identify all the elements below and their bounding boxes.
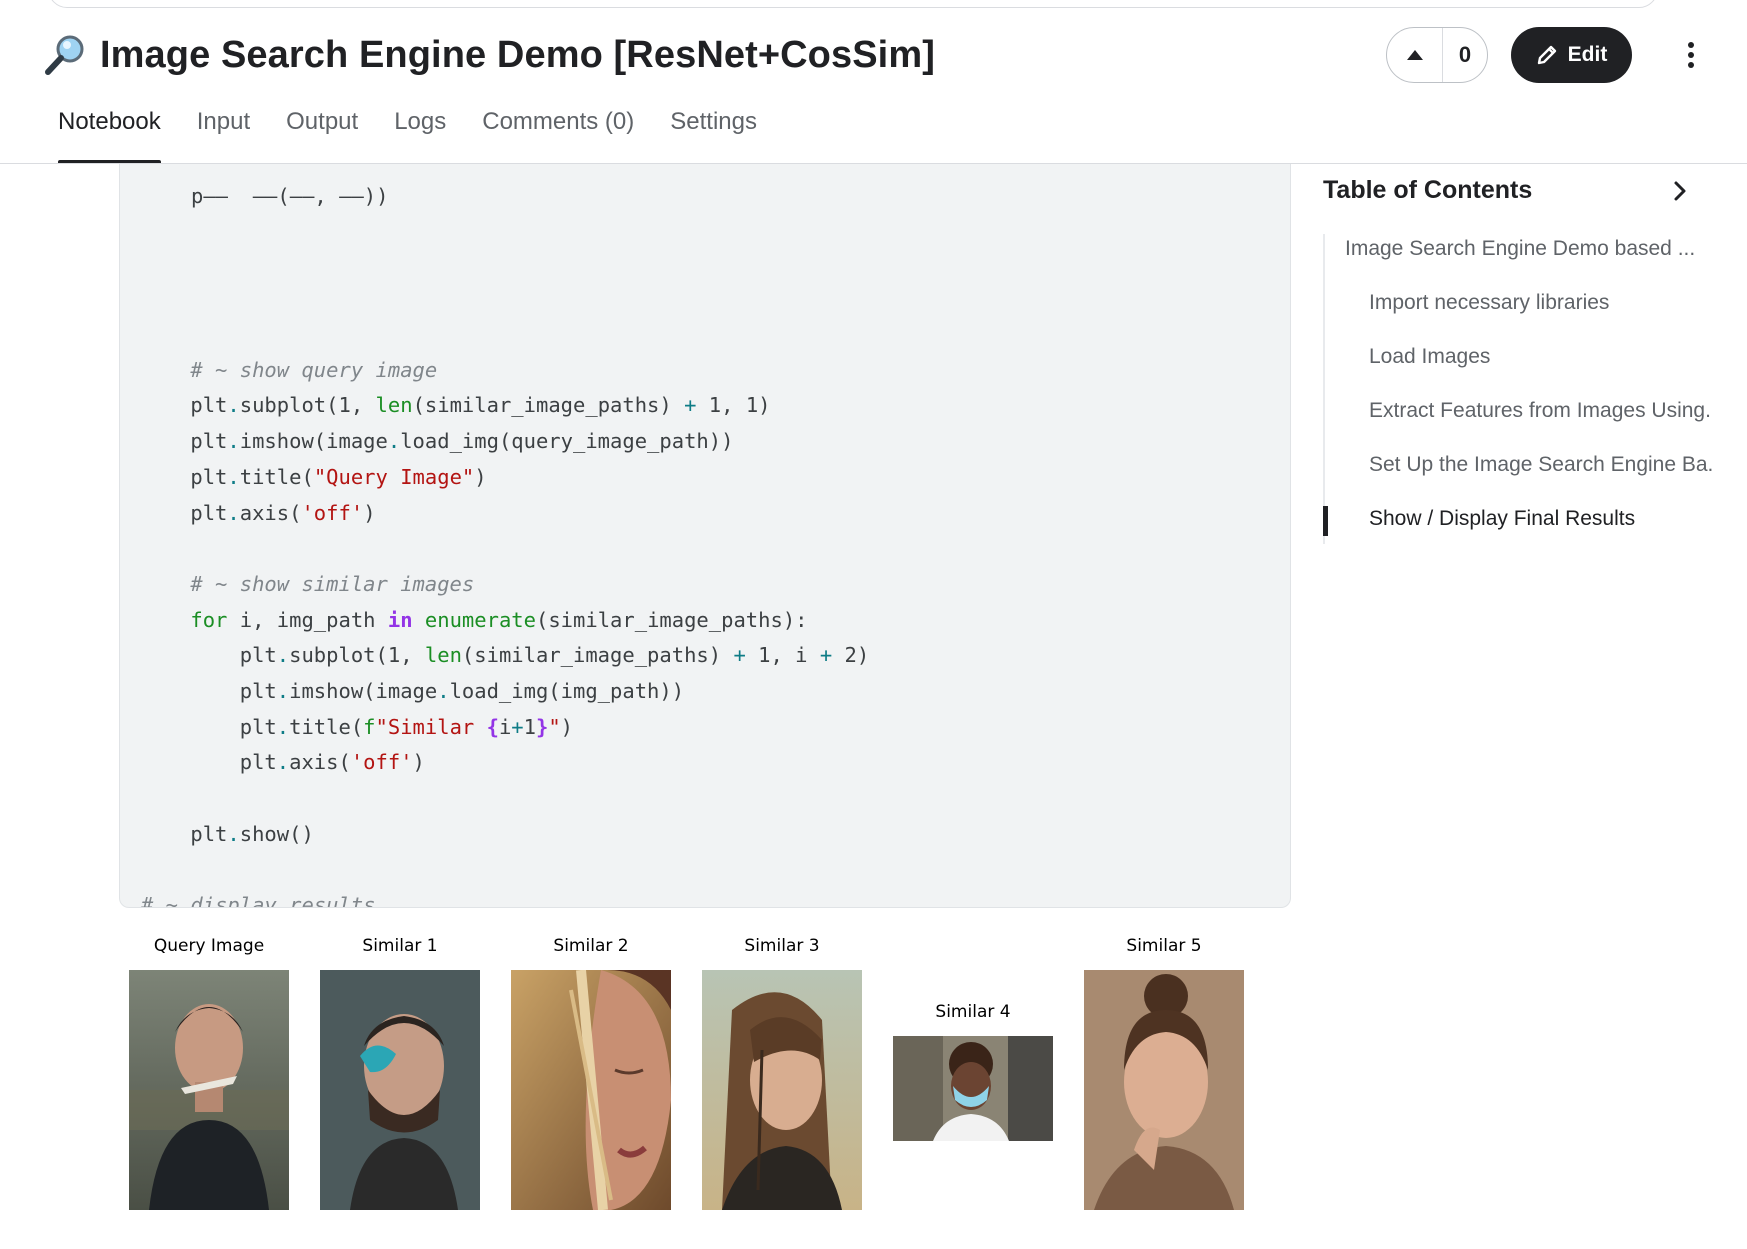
code-line: plt.axis('off') [141, 500, 376, 525]
code-line: plt.imshow(image.load_img(query_image_pa… [141, 429, 734, 454]
output-figure: Similar 2 [511, 936, 671, 1210]
tab-input[interactable]: Input [179, 108, 268, 164]
code-line: ​ [141, 317, 943, 353]
code-line: plt.subplot(1, len(similar_image_paths) … [141, 643, 870, 668]
similar-image-2 [511, 970, 671, 1210]
output-figure: Similar 5 [1084, 936, 1244, 1210]
code-line: plt.axis('off') [141, 750, 425, 775]
upvote-button[interactable] [1387, 28, 1443, 82]
code-line: plt.show() [141, 821, 314, 846]
similar-image-4 [893, 1036, 1053, 1141]
output-figure: Similar 4 [893, 1002, 1053, 1141]
tab-settings[interactable]: Settings [652, 108, 775, 164]
tab-logs[interactable]: Logs [376, 108, 464, 164]
cell-output: Query Image Similar 1 Similar 2 Similar … [119, 936, 1291, 1236]
toc-title: Table of Contents [1323, 176, 1533, 204]
figure-title: Similar 5 [1126, 936, 1202, 956]
output-figure: Similar 3 [702, 936, 862, 1210]
vote-count: 0 [1458, 42, 1472, 67]
code-line: plt.imshow(image.load_img(img_path)) [141, 678, 685, 703]
output-figure: Query Image [129, 936, 289, 1210]
code-line: for i, img_path in enumerate(similar_ima… [190, 607, 808, 632]
code-line: ​ [141, 781, 943, 817]
toc-item[interactable]: Load Images [1369, 345, 1743, 369]
edit-button[interactable]: Edit [1511, 27, 1632, 83]
toc-rail [1323, 234, 1325, 544]
toc-item[interactable]: Import necessary libraries [1369, 291, 1743, 315]
more-options-icon[interactable] [1676, 36, 1706, 74]
edit-button-label: Edit [1567, 43, 1608, 66]
clipped-code-line: p—— ——(——, ——)) [191, 184, 389, 208]
tab-comments[interactable]: Comments (0) [464, 108, 652, 164]
tab-output[interactable]: Output [268, 108, 376, 164]
figure-title: Query Image [153, 936, 265, 956]
vote-control: 0 [1386, 27, 1488, 83]
code-line: # ~ show query image [190, 357, 438, 382]
chevron-right-icon[interactable] [1663, 174, 1697, 208]
toc-item[interactable]: Extract Features from Images Using. [1369, 399, 1743, 423]
title-row: Image Search Engine Demo [ResNet+CosSim] [42, 32, 935, 78]
toc-item[interactable]: Image Search Engine Demo based ... [1345, 237, 1743, 261]
code-line: # ~ show similar images [190, 571, 475, 596]
magnifier-icon [45, 35, 84, 75]
similar-image-3 [702, 970, 862, 1210]
code-line: ​ [141, 531, 943, 567]
toc-item[interactable]: Set Up the Image Search Engine Ba. [1369, 453, 1743, 477]
figure-title: Similar 4 [935, 1002, 1011, 1022]
tab-notebook[interactable]: Notebook [58, 108, 179, 164]
code-line: ​ [141, 852, 943, 888]
notebook-tabs: Notebook Input Output Logs Comments (0) … [58, 108, 775, 164]
code-line: plt.title(f"Similar {i+1}") [141, 714, 574, 739]
similar-image-1 [320, 970, 480, 1210]
code-line: plt.title("Query Image") [141, 464, 487, 489]
toc-active-marker [1323, 506, 1328, 536]
toc-item-active[interactable]: Show / Display Final Results [1369, 507, 1743, 531]
figure-title: Similar 3 [744, 936, 820, 956]
code-line: plt.subplot(1, len(similar_image_paths) … [141, 393, 771, 418]
pencil-icon [1537, 45, 1556, 65]
code-cell[interactable]: p—— ——(——, ——)) ​ # ~ show query image p… [119, 164, 1291, 908]
page-title: Image Search Engine Demo [ResNet+CosSim] [100, 33, 935, 76]
similar-image-5 [1084, 970, 1244, 1210]
caret-up-icon [1406, 50, 1423, 60]
figure-title: Similar 1 [362, 936, 438, 956]
query-image [129, 970, 289, 1210]
output-figure: Similar 1 [320, 936, 480, 1210]
table-of-contents: Table of Contents Image Search Engine De… [1323, 164, 1747, 564]
code-editor[interactable]: p—— ——(——, ——)) ​ # ~ show query image p… [141, 184, 943, 908]
notebook-header: Image Search Engine Demo [ResNet+CosSim]… [0, 0, 1747, 164]
code-line: # ~ display results [141, 893, 376, 908]
figure-title: Similar 2 [553, 936, 629, 956]
